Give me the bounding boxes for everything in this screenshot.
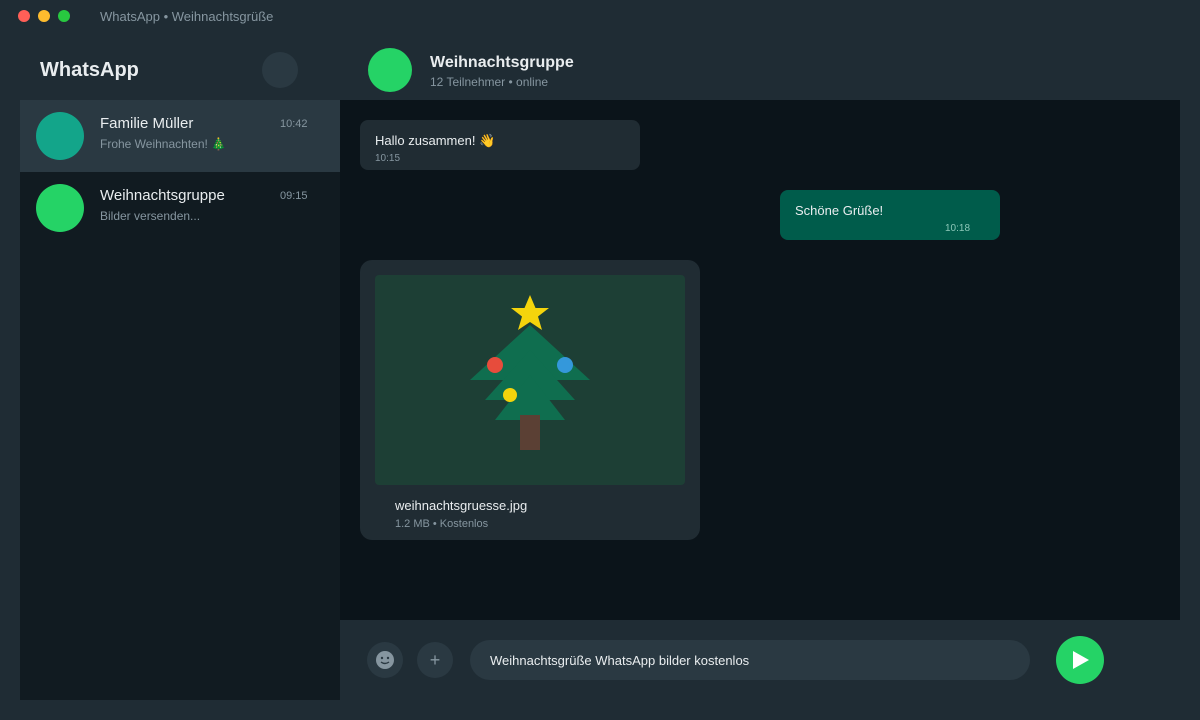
chat-item-weihnachtsgruppe[interactable]: Weihnachtsgruppe 09:15 Bilder versenden.…: [20, 172, 340, 244]
attach-button[interactable]: +: [417, 642, 453, 678]
chat-name: Weihnachtsgruppe: [100, 187, 225, 204]
emoji-button[interactable]: [367, 642, 403, 678]
plus-icon: +: [429, 649, 441, 670]
message-time: 10:15: [375, 153, 401, 164]
message-area: Hallo zusammen! 👋 10:15 Schöne Grüße! 10…: [340, 100, 1180, 620]
image-message[interactable]: weihnachtsgruesse.jpg 1.2 MB • Kostenlos: [360, 260, 700, 540]
message-text: Schöne Grüße!: [795, 203, 884, 218]
send-button[interactable]: [1056, 636, 1104, 684]
send-icon: [1073, 651, 1089, 669]
message-input[interactable]: [470, 640, 1030, 680]
chat-time: 10:42: [280, 118, 308, 130]
file-name: weihnachtsgruesse.jpg: [395, 498, 528, 513]
chat-preview: Frohe Weihnachten! 🎄: [100, 137, 227, 151]
app-title: WhatsApp: [40, 59, 139, 81]
incoming-message: Hallo zusammen! 👋 10:15: [360, 120, 640, 170]
group-avatar[interactable]: [368, 48, 412, 92]
emoji-icon: [376, 651, 394, 669]
chat-header-title[interactable]: Weihnachtsgruppe: [430, 54, 574, 72]
maximize-window-button[interactable]: [58, 10, 70, 22]
image-preview[interactable]: [375, 275, 685, 485]
chat-name: Familie Müller: [100, 115, 194, 132]
composer: +: [340, 620, 1180, 700]
file-meta: 1.2 MB • Kostenlos: [395, 518, 489, 530]
avatar: [36, 112, 84, 160]
title-bar: WhatsApp • Weihnachtsgrüße: [0, 0, 1200, 34]
chat-item-familie-mueller[interactable]: Familie Müller 10:42 Frohe Weihnachten! …: [20, 100, 340, 172]
chat-list: Familie Müller 10:42 Frohe Weihnachten! …: [20, 100, 340, 700]
message-text: Hallo zusammen! 👋: [375, 133, 496, 148]
window-title: WhatsApp • Weihnachtsgrüße: [100, 9, 274, 24]
chat-time: 09:15: [280, 190, 308, 202]
chat-header-subtitle: 12 Teilnehmer • online: [430, 75, 549, 89]
close-window-button[interactable]: [18, 10, 30, 22]
christmas-tree-icon: [470, 295, 590, 450]
minimize-window-button[interactable]: [38, 10, 50, 22]
message-time: 10:18: [945, 223, 971, 234]
chat-preview: Bilder versenden...: [100, 209, 201, 223]
avatar: [36, 184, 84, 232]
outgoing-message: Schöne Grüße! 10:18: [780, 190, 1000, 240]
menu-button[interactable]: [262, 52, 298, 88]
